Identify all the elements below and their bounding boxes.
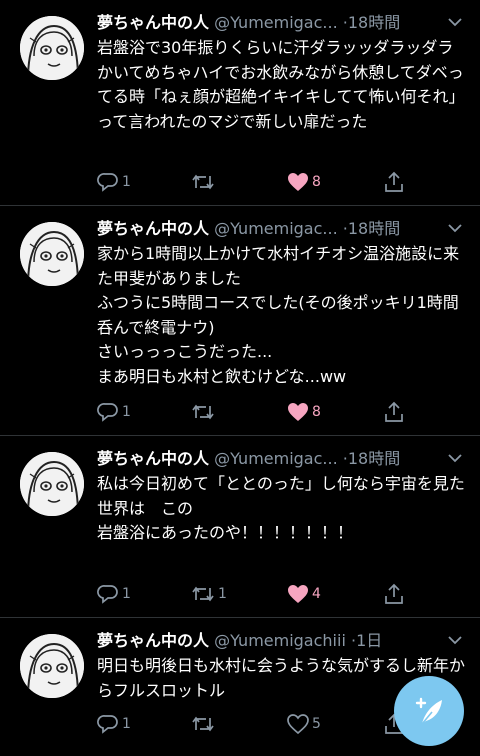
retweet-icon bbox=[192, 174, 214, 190]
tweet-actions: 1 8 bbox=[97, 170, 407, 194]
chevron-down-icon[interactable] bbox=[448, 635, 462, 645]
share-icon bbox=[385, 401, 403, 422]
heart-icon bbox=[287, 714, 309, 734]
tweet-header: 夢ちゃん中の人 @Yumemigac... ·18時間 bbox=[97, 12, 466, 34]
reply-button[interactable]: 1 bbox=[97, 400, 131, 424]
like-button[interactable]: 4 bbox=[287, 582, 321, 606]
timestamp[interactable]: 1日 bbox=[356, 631, 382, 650]
retweet-icon bbox=[192, 404, 214, 420]
retweet-icon bbox=[192, 586, 214, 602]
display-name[interactable]: 夢ちゃん中の人 bbox=[97, 13, 209, 32]
like-count: 8 bbox=[312, 404, 321, 420]
reply-icon bbox=[97, 585, 118, 604]
timestamp[interactable]: 18時間 bbox=[348, 219, 400, 238]
display-name[interactable]: 夢ちゃん中の人 bbox=[97, 449, 209, 468]
bottom-bar bbox=[0, 742, 480, 756]
avatar[interactable] bbox=[20, 452, 84, 516]
retweet-icon bbox=[192, 716, 214, 732]
reply-button[interactable]: 1 bbox=[97, 170, 131, 194]
compose-button[interactable] bbox=[394, 676, 464, 746]
tweet[interactable]: 夢ちゃん中の人 @Yumemigac... ·18時間 岩盤浴で30年振りくらい… bbox=[0, 0, 480, 206]
reply-count: 1 bbox=[122, 404, 131, 420]
user-handle[interactable]: @Yumemigac... bbox=[214, 13, 338, 32]
user-handle[interactable]: @Yumemigachiii bbox=[214, 631, 346, 650]
avatar[interactable] bbox=[20, 222, 84, 286]
like-button[interactable]: 8 bbox=[287, 400, 321, 424]
reply-icon bbox=[97, 403, 118, 422]
retweet-button[interactable] bbox=[191, 712, 218, 736]
share-button[interactable] bbox=[383, 170, 405, 194]
retweet-count: 1 bbox=[218, 586, 227, 602]
display-name[interactable]: 夢ちゃん中の人 bbox=[97, 219, 209, 238]
heart-icon bbox=[288, 403, 308, 421]
reply-button[interactable]: 1 bbox=[97, 582, 131, 606]
tweet-text: 岩盤浴で30年振りくらいに汗ダラッッダラッダラかいてめちゃハイでお水飲みながら休… bbox=[97, 38, 465, 131]
share-icon bbox=[385, 171, 403, 192]
retweet-button[interactable]: 1 bbox=[191, 582, 227, 606]
retweet-button[interactable] bbox=[191, 400, 218, 424]
display-name[interactable]: 夢ちゃん中の人 bbox=[97, 631, 209, 650]
like-count: 4 bbox=[312, 586, 321, 602]
tweet-header: 夢ちゃん中の人 @Yumemigac... ·18時間 bbox=[97, 218, 466, 240]
avatar[interactable] bbox=[20, 16, 84, 80]
like-count: 5 bbox=[312, 716, 321, 732]
like-button[interactable]: 8 bbox=[287, 170, 321, 194]
reply-count: 1 bbox=[122, 716, 131, 732]
tweet[interactable]: 夢ちゃん中の人 @Yumemigac... ·18時間 家から1時間以上かけて水… bbox=[0, 206, 480, 436]
chevron-down-icon[interactable] bbox=[448, 17, 462, 27]
tweet-text: 私は今日初めて「ととのった」し何なら宇宙を見た 世界は この 岩盤浴にあったのや… bbox=[97, 474, 465, 542]
share-button[interactable] bbox=[383, 400, 405, 424]
chevron-down-icon[interactable] bbox=[448, 223, 462, 233]
like-button[interactable]: 5 bbox=[287, 712, 321, 736]
tweet[interactable]: 夢ちゃん中の人 @Yumemigac... ·18時間 私は今日初めて「ととのっ… bbox=[0, 436, 480, 618]
tweet-actions: 1 8 bbox=[97, 400, 407, 424]
chevron-down-icon[interactable] bbox=[448, 453, 462, 463]
user-handle[interactable]: @Yumemigac... bbox=[214, 219, 338, 238]
tweet-actions: 1 5 bbox=[97, 712, 407, 736]
tweet-header: 夢ちゃん中の人 @Yumemigac... ·18時間 bbox=[97, 448, 466, 470]
tweet-actions: 1 1 4 bbox=[97, 582, 407, 606]
timestamp[interactable]: 18時間 bbox=[348, 13, 400, 32]
tweet-header: 夢ちゃん中の人 @Yumemigachiii ·1日 bbox=[97, 630, 466, 652]
share-button[interactable] bbox=[383, 582, 405, 606]
heart-icon bbox=[288, 173, 308, 191]
reply-icon bbox=[97, 173, 118, 192]
avatar[interactable] bbox=[20, 634, 84, 698]
like-count: 8 bbox=[312, 174, 321, 190]
share-icon bbox=[385, 583, 403, 604]
user-handle[interactable]: @Yumemigac... bbox=[214, 449, 338, 468]
heart-icon bbox=[288, 585, 308, 603]
reply-count: 1 bbox=[122, 174, 131, 190]
compose-feather-icon bbox=[415, 697, 442, 725]
tweet-text: 家から1時間以上かけて水村イチオシ温浴施設に来た甲斐がありました ふつうに5時間… bbox=[97, 244, 460, 386]
reply-icon bbox=[97, 715, 118, 734]
timestamp[interactable]: 18時間 bbox=[348, 449, 400, 468]
retweet-button[interactable] bbox=[191, 170, 218, 194]
reply-count: 1 bbox=[122, 586, 131, 602]
reply-button[interactable]: 1 bbox=[97, 712, 131, 736]
